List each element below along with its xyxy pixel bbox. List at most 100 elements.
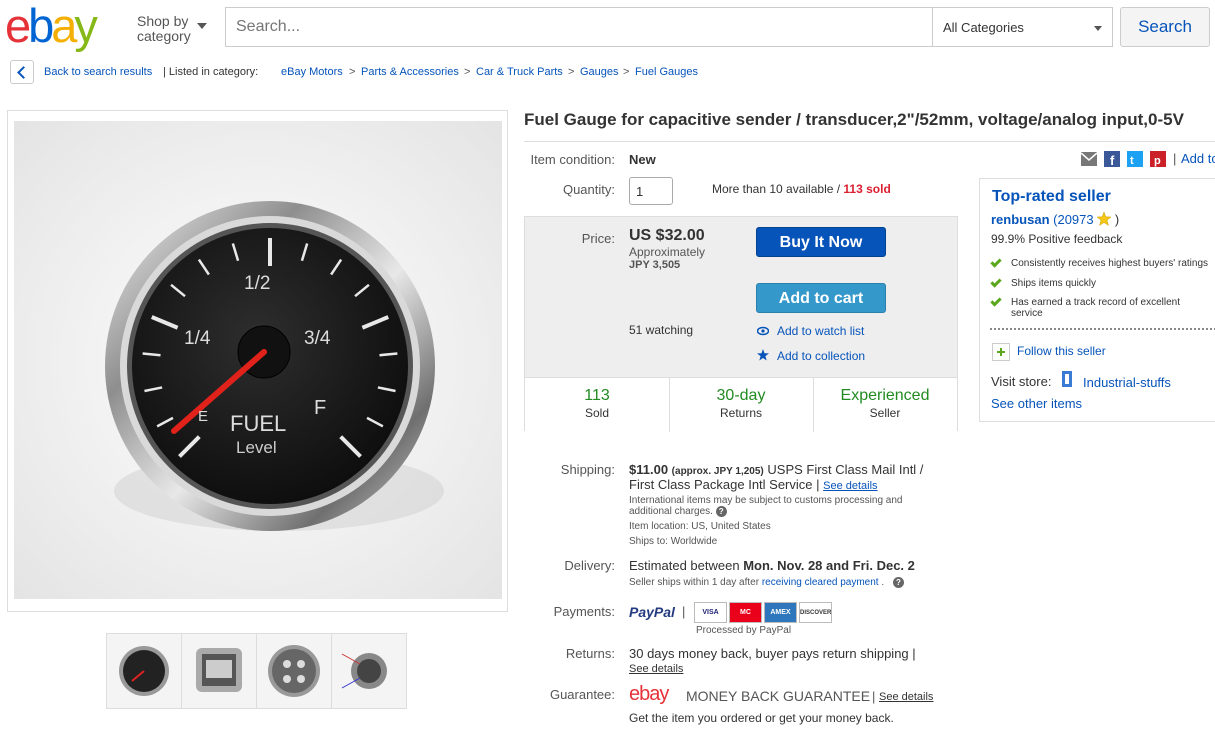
thumbnail-4[interactable] bbox=[331, 633, 407, 709]
payments-separator: | bbox=[682, 604, 686, 619]
add-to-cart-button[interactable]: Add to cart bbox=[756, 283, 886, 313]
logo-b: b bbox=[28, 0, 54, 52]
seller-name-link[interactable]: renbusan bbox=[991, 212, 1050, 227]
mastercard-icon: MC bbox=[729, 602, 762, 623]
crumb-ebay-motors[interactable]: eBay Motors bbox=[281, 66, 343, 78]
shop-by-category-button[interactable]: Shop by category bbox=[137, 14, 207, 44]
category-label: category bbox=[137, 28, 191, 44]
twitter-icon[interactable]: t bbox=[1127, 151, 1143, 167]
buy-it-now-button[interactable]: Buy It Now bbox=[756, 227, 886, 257]
add-to-link[interactable]: Add to bbox=[1181, 151, 1215, 166]
add-to-watch-list-link[interactable]: Add to watch list bbox=[777, 324, 864, 338]
crumb-parts-accessories[interactable]: Parts & Accessories bbox=[361, 66, 459, 78]
thumbnail-3[interactable] bbox=[256, 633, 332, 709]
shipping-approx: (approx. JPY 1,205) bbox=[671, 466, 764, 477]
back-arrow-icon[interactable] bbox=[10, 60, 34, 84]
add-to-collection-link[interactable]: Add to collection bbox=[777, 349, 865, 363]
shipping-line2: First Class Package Intl Service | See d… bbox=[629, 477, 878, 492]
guarantee-see-details-link[interactable]: See details bbox=[879, 691, 933, 703]
listed-in-label: | Listed in category: bbox=[163, 66, 259, 78]
delivery-dates: Mon. Nov. 28 and Fri. Dec. 2 bbox=[743, 558, 915, 573]
guarantee-separator: | bbox=[872, 689, 876, 704]
delivery-note-text: Seller ships within 1 day after bbox=[629, 577, 762, 589]
crumb-car-truck-parts[interactable]: Car & Truck Parts bbox=[476, 66, 563, 78]
help-icon[interactable]: ? bbox=[715, 506, 727, 517]
shipping-service: USPS First Class Mail Intl / bbox=[767, 462, 924, 477]
help-icon[interactable]: ? bbox=[892, 577, 904, 588]
condition-value: New bbox=[629, 152, 656, 167]
gauge-label-quarter: 1/4 bbox=[184, 328, 211, 349]
amex-icon: AMEX bbox=[764, 602, 797, 623]
returns-text: 30 days money back, buyer pays return sh… bbox=[629, 646, 916, 661]
crumb-separator: > bbox=[349, 66, 356, 78]
check-icon bbox=[990, 276, 1002, 288]
crumb-separator: > bbox=[623, 66, 630, 78]
check-icon bbox=[990, 256, 1002, 268]
stats-bar: 113 Sold 30-day Returns Experienced Sell… bbox=[525, 377, 957, 432]
crumb-fuel-gauges[interactable]: Fuel Gauges bbox=[635, 66, 698, 78]
intl-note-text: additional charges. bbox=[629, 506, 713, 518]
back-to-search-link[interactable]: Back to search results bbox=[44, 66, 152, 78]
delivery-label: Delivery: bbox=[564, 558, 615, 573]
category-select[interactable]: All Categories bbox=[933, 7, 1113, 47]
logo-y: y bbox=[74, 0, 97, 52]
price-value: US $32.00 bbox=[629, 227, 705, 244]
shipping-see-details-link[interactable]: See details bbox=[823, 480, 877, 492]
stat-seller: Experienced Seller bbox=[813, 378, 957, 432]
thumbnail-2[interactable] bbox=[181, 633, 257, 709]
eye-icon bbox=[757, 326, 769, 336]
visa-icon: VISA bbox=[694, 602, 727, 623]
quantity-input[interactable]: 1 bbox=[629, 177, 673, 205]
ebay-guarantee-logo: ebay bbox=[629, 683, 669, 705]
gauge-label-three-quarter: 3/4 bbox=[304, 328, 331, 349]
crumb-separator: > bbox=[568, 66, 575, 78]
svg-text:p: p bbox=[1154, 155, 1161, 167]
search-button[interactable]: Search bbox=[1120, 7, 1210, 47]
money-back-guarantee: MONEY BACK GUARANTEE bbox=[686, 688, 871, 704]
search-box bbox=[225, 7, 933, 47]
intl-note-line1: International items may be subject to cu… bbox=[629, 495, 903, 506]
seller-line: renbusan (20973 ) bbox=[991, 211, 1119, 227]
facebook-icon[interactable]: f bbox=[1104, 151, 1120, 167]
store-name-link[interactable]: Industrial-stuffs bbox=[1083, 375, 1171, 390]
stat-value: 113 bbox=[584, 387, 610, 404]
header: ebay Shop by category All Categories Sea… bbox=[0, 0, 1215, 52]
available-count: More than 10 available / bbox=[712, 182, 844, 196]
gauge-label-full: F bbox=[314, 397, 326, 419]
logo-a: a bbox=[51, 0, 77, 52]
ships-to: Ships to: Worldwide bbox=[629, 536, 718, 547]
gauge-label-empty: E bbox=[198, 408, 208, 425]
follow-plus-icon[interactable] bbox=[992, 343, 1010, 361]
pinterest-icon[interactable]: p bbox=[1150, 151, 1166, 167]
logo-e: e bbox=[5, 0, 31, 52]
thumbnail-1[interactable] bbox=[106, 633, 182, 709]
search-input[interactable] bbox=[226, 8, 932, 46]
stat-value: Experienced bbox=[840, 387, 930, 404]
shipping-service-2: First Class Package Intl Service | bbox=[629, 477, 820, 492]
shipping-label: Shipping: bbox=[560, 462, 615, 477]
approx-label: Approximately bbox=[629, 245, 706, 259]
shipping-price: $11.00 bbox=[629, 462, 669, 477]
gauge-tick bbox=[379, 352, 398, 357]
main-product-image[interactable]: 1/4 1/2 3/4 F E FUEL Level bbox=[7, 110, 508, 612]
follow-seller-link[interactable]: Follow this seller bbox=[1017, 344, 1106, 358]
stat-label: Returns bbox=[719, 406, 763, 420]
discover-icon: DISCOVER bbox=[799, 602, 832, 623]
returns-see-details-link[interactable]: See details bbox=[629, 663, 683, 675]
seller-score[interactable]: (20973 bbox=[1053, 212, 1093, 227]
sold-count[interactable]: 113 sold bbox=[843, 182, 890, 196]
stat-value: 30-day bbox=[716, 387, 766, 404]
share-separator: | bbox=[1173, 151, 1177, 166]
cleared-payment-link[interactable]: receiving cleared payment bbox=[762, 577, 879, 588]
delivery-estimate: Estimated between Mon. Nov. 28 and Fri. … bbox=[629, 558, 915, 573]
category-select-value: All Categories bbox=[943, 20, 1024, 35]
email-icon[interactable] bbox=[1081, 152, 1098, 166]
delivery-estimated-text: Estimated between bbox=[629, 558, 744, 573]
guarantee-note: Get the item you ordered or get your mon… bbox=[629, 711, 894, 725]
paypal-logo: PayPal bbox=[629, 604, 675, 620]
stat-label: Seller bbox=[869, 406, 901, 420]
seller-panel: Top-rated seller renbusan (20973 ) 99.9%… bbox=[979, 178, 1215, 422]
ebay-logo[interactable]: ebay bbox=[5, 0, 98, 52]
crumb-gauges[interactable]: Gauges bbox=[580, 66, 619, 78]
see-other-items-link[interactable]: See other items bbox=[991, 396, 1082, 411]
